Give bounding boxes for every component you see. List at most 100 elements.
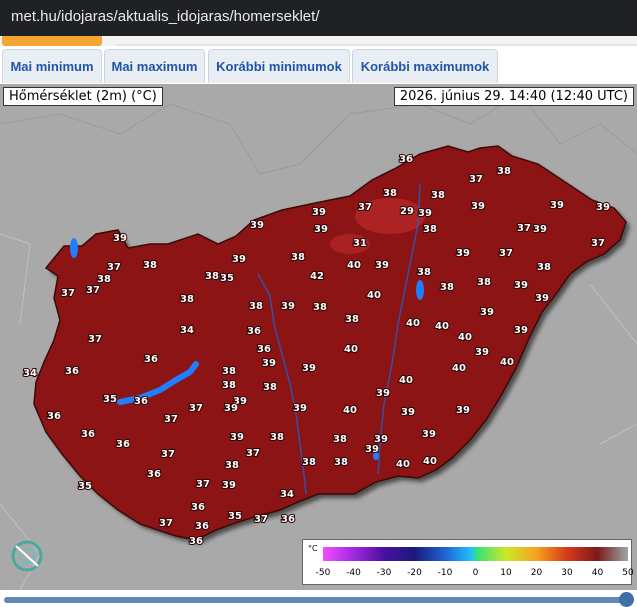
station-temperature: 31 [353, 238, 367, 249]
station-temperature: 39 [312, 207, 326, 218]
station-temperature: 38 [423, 224, 437, 235]
station-temperature: 38 [222, 366, 236, 377]
station-temperature: 39 [514, 280, 528, 291]
horizontal-scrollbar[interactable] [0, 592, 637, 607]
station-temperature: 37 [196, 479, 210, 490]
station-temperature: 38 [225, 460, 239, 471]
legend-unit: °C [308, 544, 318, 553]
station-temperature: 36 [65, 366, 79, 377]
station-temperature: 39 [302, 363, 316, 374]
tab-mai-maximum[interactable]: Mai maximum [104, 49, 205, 83]
tab-korabbi-minimumok[interactable]: Korábbi minimumok [208, 49, 350, 83]
station-temperature: 39 [401, 407, 415, 418]
station-temperature: 38 [205, 271, 219, 282]
station-temperature: 36 [116, 439, 130, 450]
station-temperature: 38 [383, 188, 397, 199]
station-temperature: 39 [230, 432, 244, 443]
station-temperature: 40 [435, 321, 449, 332]
station-temperature: 39 [422, 429, 436, 440]
station-temperature: 34 [23, 368, 37, 379]
station-temperature: 37 [164, 414, 178, 425]
station-temperature: 38 [249, 301, 263, 312]
station-temperature: 37 [469, 174, 483, 185]
station-temperature: 38 [431, 190, 445, 201]
station-temperature: 37 [61, 288, 75, 299]
station-temperature: 38 [291, 252, 305, 263]
station-temperature: 35 [103, 394, 117, 405]
station-temperature: 35 [228, 511, 242, 522]
station-temperature: 38 [97, 274, 111, 285]
legend-color-bar [323, 547, 628, 561]
station-temperature: 37 [517, 223, 531, 234]
station-temperature: 40 [500, 357, 514, 368]
station-temperature: 40 [347, 260, 361, 271]
station-temperature: 39 [418, 208, 432, 219]
station-temperature: 39 [250, 220, 264, 231]
station-temperature: 38 [537, 262, 551, 273]
legend-tick-label: -30 [376, 568, 392, 578]
station-temperature: 36 [195, 521, 209, 532]
station-temperature: 37 [107, 262, 121, 273]
tab-mai-minimum[interactable]: Mai minimum [2, 49, 102, 83]
legend-tick-label: -40 [346, 568, 361, 578]
station-temperature: 35 [78, 481, 92, 492]
station-temperature: 29 [400, 206, 414, 217]
station-temperature: 34 [180, 325, 194, 336]
temperature-map: 36 37 38 38 38 39 39 29 39 37 39 39 37 37 38 31 39 39 39 37… [0, 84, 637, 590]
map-canvas: 36373838 3839 3929 393739393737383139 3939 37… [0, 84, 637, 590]
station-temperature: 37 [591, 238, 605, 249]
legend-tick-label: 30 [561, 568, 573, 578]
scroll-track[interactable] [4, 597, 624, 603]
tab-korabbi-maximumok[interactable]: Korábbi maximumok [352, 49, 498, 83]
station-temperature: 38 [270, 432, 284, 443]
temperature-tabs: Mai minimum Mai maximum Korábbi minimumo… [0, 49, 637, 83]
station-temperature: 40 [452, 363, 466, 374]
station-temperature: 36 [191, 502, 205, 513]
header-divider [116, 44, 637, 46]
color-scale-legend: °C -50 -40 -30 -20 -10 0 10 20 30 40 50 [302, 539, 634, 585]
station-temperature: 36 [81, 429, 95, 440]
station-temperature: 40 [396, 459, 410, 470]
station-temperature: 38 [143, 260, 157, 271]
station-temperature: 40 [399, 375, 413, 386]
station-temperature: 38 [497, 166, 511, 177]
station-temperature: 40 [344, 344, 358, 355]
map-title: Hőmérséklet (2m) (°C) [3, 87, 163, 106]
legend-tick-label: -20 [407, 568, 422, 578]
station-temperature: 36 [144, 354, 158, 365]
station-temperature: 35 [220, 273, 234, 284]
station-temperature: 39 [314, 224, 328, 235]
station-temperature: 38 [417, 267, 431, 278]
station-temperature: 40 [423, 456, 437, 467]
station-temperature: 38 [333, 434, 347, 445]
station-temperature: 37 [189, 403, 203, 414]
station-temperature: 42 [310, 271, 324, 282]
station-temperature: 40 [343, 405, 357, 416]
station-temperature: 36 [189, 536, 203, 547]
station-temperature: 38 [180, 294, 194, 305]
station-temperature: 40 [406, 318, 420, 329]
station-temperature: 36 [281, 514, 295, 525]
station-temperature: 38 [440, 282, 454, 293]
station-temperature: 38 [222, 380, 236, 391]
station-temperature: 38 [334, 457, 348, 468]
station-temperature: 39 [222, 480, 236, 491]
map-timestamp: 2026. június 29. 14:40 (12:40 UTC) [393, 87, 634, 106]
url-text[interactable]: met.hu/idojaras/aktualis_idojaras/homers… [11, 8, 320, 25]
station-temperature: 39 [375, 260, 389, 271]
station-temperature: 36 [147, 469, 161, 480]
station-temperature: 36 [257, 344, 271, 355]
scroll-thumb[interactable] [619, 592, 634, 607]
station-temperature: 38 [302, 457, 316, 468]
station-temperature: 39 [281, 301, 295, 312]
station-temperature: 36 [47, 411, 61, 422]
browser-address-bar[interactable]: met.hu/idojaras/aktualis_idojaras/homers… [0, 0, 637, 36]
legend-tick-label: 20 [530, 568, 543, 578]
legend-tick-label: -10 [437, 568, 453, 578]
station-temperature: 36 [247, 326, 261, 337]
station-temperature: 39 [376, 388, 390, 399]
legend-tick-label: 0 [472, 568, 479, 578]
station-temperature: 37 [86, 285, 100, 296]
station-temperature: 39 [232, 254, 246, 265]
station-temperature: 36 [134, 396, 148, 407]
